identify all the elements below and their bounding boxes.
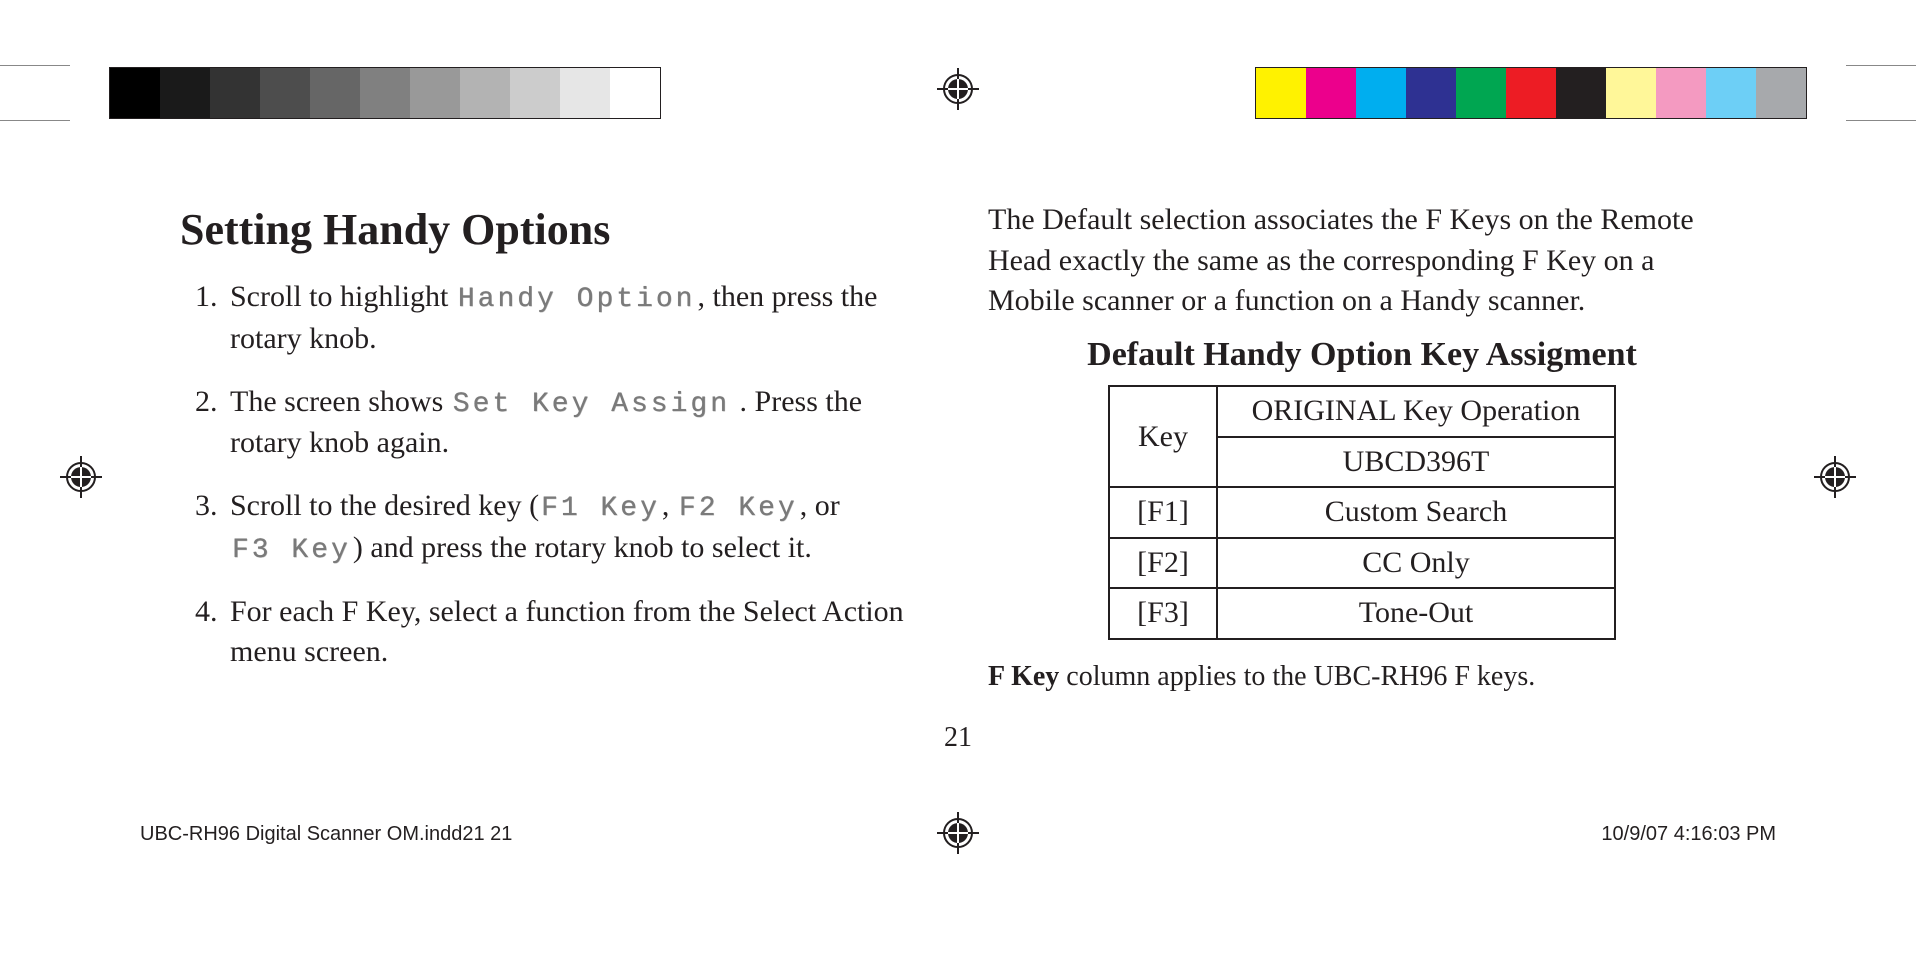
table-row: Key ORIGINAL Key Operation [1109, 386, 1615, 437]
footer-meta: UBC-RH96 Digital Scanner OM.indd21 21 10… [140, 823, 1776, 846]
left-column: Setting Handy Options Scroll to highligh… [180, 200, 928, 744]
table-row: [F1] Custom Search [1109, 487, 1615, 538]
swatch [160, 68, 210, 118]
crop-line [0, 65, 70, 66]
footnote-bold: F Key [988, 661, 1059, 692]
crop-line [1846, 120, 1916, 121]
swatch [1256, 68, 1306, 118]
table-cell-key: [F1] [1109, 487, 1217, 538]
table-cell-op: CC Only [1217, 538, 1615, 589]
page-number: 21 [0, 722, 1916, 754]
step-text: , [662, 489, 677, 522]
table-header-key: Key [1109, 386, 1217, 487]
table-cell-key: [F3] [1109, 588, 1217, 639]
section-title: Setting Handy Options [180, 200, 928, 259]
crop-line [1846, 65, 1916, 66]
registration-mark-icon [1814, 456, 1856, 498]
swatch [260, 68, 310, 118]
lcd-label: Handy Option [456, 284, 698, 315]
swatch [410, 68, 460, 118]
lcd-label: F1 Key [539, 493, 662, 524]
step-text: ) and press the rotary knob to select it… [353, 531, 812, 564]
swatch [310, 68, 360, 118]
swatch [1356, 68, 1406, 118]
swatch [610, 68, 660, 118]
table-header-model: UBCD396T [1217, 437, 1615, 488]
step-item: The screen shows Set Key Assign . Press … [225, 382, 928, 464]
swatch [1306, 68, 1356, 118]
table-footnote: F Key column applies to the UBC-RH96 F k… [988, 658, 1736, 696]
lcd-label: F2 Key [677, 493, 800, 524]
page-content: Setting Handy Options Scroll to highligh… [180, 200, 1736, 744]
footer-right: 10/9/07 4:16:03 PM [1601, 823, 1776, 846]
swatch [210, 68, 260, 118]
key-assignment-table: Key ORIGINAL Key Operation UBCD396T [F1]… [1108, 385, 1616, 640]
lcd-label: F3 Key [230, 535, 353, 566]
swatch [1406, 68, 1456, 118]
step-text: Scroll to the desired key ( [230, 489, 539, 522]
greyscale-calibration-strip [110, 68, 660, 118]
crop-line [0, 120, 70, 121]
step-item: Scroll to the desired key (F1 Key, F2 Ke… [225, 486, 928, 570]
table-row: [F2] CC Only [1109, 538, 1615, 589]
right-column: The Default selection associates the F K… [988, 200, 1736, 744]
swatch [1706, 68, 1756, 118]
footer-left: UBC-RH96 Digital Scanner OM.indd21 21 [140, 823, 512, 846]
swatch [1456, 68, 1506, 118]
table-cell-key: [F2] [1109, 538, 1217, 589]
footnote-rest: column applies to the UBC-RH96 F keys. [1059, 661, 1535, 692]
step-text: The screen shows [230, 385, 451, 418]
table-header-op: ORIGINAL Key Operation [1217, 386, 1615, 437]
swatch [1656, 68, 1706, 118]
swatch [560, 68, 610, 118]
step-text: Scroll to highlight [230, 280, 456, 313]
step-item: Scroll to highlight Handy Option, then p… [225, 277, 928, 359]
table-title: Default Handy Option Key Assigment [988, 332, 1736, 378]
table-cell-op: Tone-Out [1217, 588, 1615, 639]
color-calibration-strip [1256, 68, 1806, 118]
swatch [1606, 68, 1656, 118]
swatch [1756, 68, 1806, 118]
step-text: , or [800, 489, 840, 522]
table-cell-op: Custom Search [1217, 487, 1615, 538]
step-item: For each F Key, select a function from t… [225, 592, 928, 673]
registration-mark-icon [60, 456, 102, 498]
step-text: For each F Key, select a function from t… [230, 595, 904, 669]
registration-mark-icon [937, 68, 979, 110]
lcd-label: Set Key Assign [451, 389, 732, 420]
swatch [1556, 68, 1606, 118]
intro-paragraph: The Default selection associates the F K… [988, 200, 1736, 322]
swatch [110, 68, 160, 118]
swatch [360, 68, 410, 118]
steps-list: Scroll to highlight Handy Option, then p… [180, 277, 928, 672]
table-row: [F3] Tone-Out [1109, 588, 1615, 639]
swatch [1506, 68, 1556, 118]
swatch [510, 68, 560, 118]
swatch [460, 68, 510, 118]
